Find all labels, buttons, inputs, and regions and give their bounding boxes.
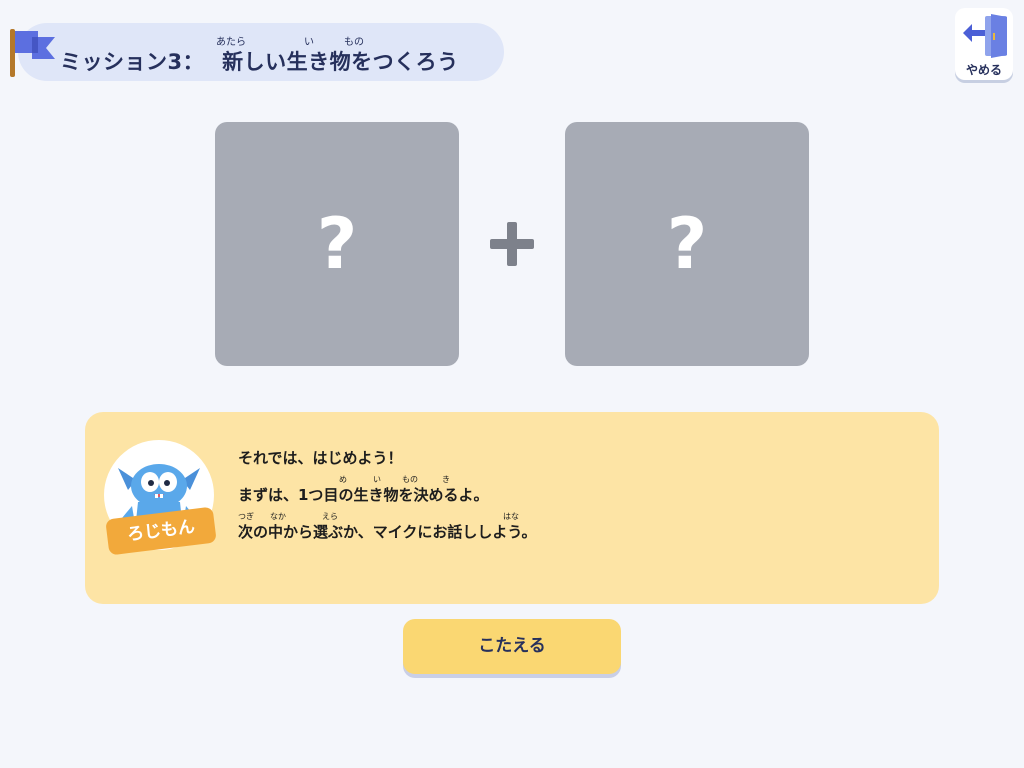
mission-title: ミッション3： 新しい生き物をつくろう (60, 46, 459, 76)
mission-name: 新しい生き物をつくろう (222, 50, 459, 74)
answer-button[interactable]: こたえる (403, 619, 621, 674)
mission-number: ミッション3： (60, 50, 205, 74)
exit-door-icon (963, 14, 1007, 58)
dialogue-box: ろじもん それでは、はじめよう！ め い もの き まずは、1つ目の生き物を決め… (85, 412, 939, 604)
dialogue-line-2: まずは、1つ目の生き物を決めるよ。 (238, 486, 489, 504)
creature-slot-1[interactable]: ? (215, 122, 459, 366)
quit-button[interactable]: やめる (955, 8, 1013, 80)
dialogue-line-3: 次の中から選ぶか、マイクにお話ししよう。 (238, 523, 537, 541)
quit-label: やめる (965, 63, 1002, 77)
dialogue-line-1: それでは、はじめよう！ (238, 449, 403, 467)
flag-icon (10, 29, 55, 77)
question-mark: ? (316, 203, 358, 285)
mission-screen: あたら い もの ミッション3： 新しい生き物をつくろう やめる ? ? ろじも… (0, 0, 1024, 768)
plus-icon (490, 222, 534, 266)
question-mark: ? (666, 203, 708, 285)
creature-slot-2[interactable]: ? (565, 122, 809, 366)
